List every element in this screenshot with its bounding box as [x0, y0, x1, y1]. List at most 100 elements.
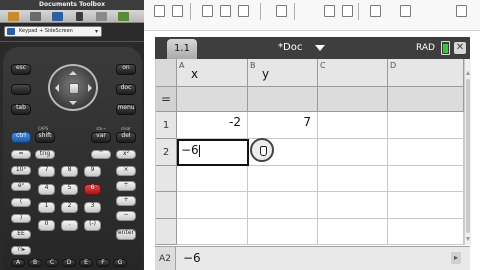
undo-icon[interactable] [276, 5, 287, 17]
key-enter[interactable]: enter [116, 229, 136, 240]
key-var[interactable]: var [91, 132, 111, 143]
key-a[interactable]: A [11, 259, 25, 267]
key-power[interactable]: ^ [91, 150, 111, 159]
column-header-a[interactable]: A x [177, 59, 248, 87]
key-trig[interactable]: trig [35, 150, 55, 159]
key-negative[interactable]: (-) [84, 220, 101, 231]
cell-d3[interactable] [388, 166, 464, 192]
cell-a1[interactable]: -2 [177, 112, 248, 139]
key-5[interactable]: 5 [61, 184, 78, 195]
key-minus[interactable]: − [116, 211, 136, 221]
key-6[interactable]: 6 [84, 184, 101, 195]
touchpad[interactable] [48, 64, 98, 111]
cell-a2-editing[interactable]: −6 [177, 139, 249, 166]
cell-b5[interactable] [248, 219, 318, 245]
key-exp[interactable]: eˣ [11, 182, 31, 191]
column-header-c[interactable]: C [318, 59, 388, 87]
cell-c3[interactable] [318, 166, 388, 192]
arrow-down-icon[interactable] [69, 101, 77, 109]
key-3[interactable]: 3 [84, 202, 101, 213]
key-square[interactable]: x² [116, 150, 136, 159]
key-paren-open[interactable]: ( [11, 198, 31, 207]
cell-b1[interactable]: 7 [248, 112, 318, 139]
arrow-right-icon[interactable] [88, 84, 96, 92]
key-e[interactable]: E [79, 259, 93, 267]
insert-page-icon[interactable] [202, 5, 213, 17]
scroll-down-icon[interactable] [466, 237, 470, 241]
arrow-up-icon[interactable] [69, 67, 77, 75]
key-ctrl[interactable]: ctrl [11, 132, 31, 143]
row-header[interactable] [156, 166, 177, 192]
chevron-down-icon[interactable] [315, 45, 325, 51]
key-f[interactable]: F [96, 259, 110, 267]
close-icon[interactable]: ✕ [454, 42, 466, 54]
key-decimal[interactable]: . [61, 220, 78, 231]
handheld-icon[interactable] [76, 12, 83, 21]
key-del[interactable]: del [116, 132, 136, 143]
key-7[interactable]: 7 [38, 166, 55, 177]
wrench-icon[interactable] [8, 12, 19, 21]
cell-c4[interactable] [318, 192, 388, 219]
key-2[interactable]: 2 [61, 202, 78, 213]
utilities-icon[interactable] [96, 12, 107, 21]
row-header[interactable]: 1 [156, 112, 177, 139]
open-document-icon[interactable] [172, 5, 183, 17]
row-header[interactable] [156, 219, 177, 245]
scroll-up-icon[interactable] [466, 71, 470, 75]
key-on[interactable]: on [116, 64, 136, 75]
key-esc[interactable]: esc [11, 64, 31, 75]
settings-icon[interactable] [400, 5, 411, 17]
cell-a3[interactable] [177, 166, 248, 192]
key-tab[interactable]: tab [11, 104, 31, 115]
key-paren-close[interactable]: ) [11, 214, 31, 223]
cell-a5[interactable] [177, 219, 248, 245]
formula-cell-d[interactable] [388, 87, 464, 112]
tab-page-1-1[interactable]: 1.1 [167, 39, 197, 59]
key-8[interactable]: 8 [61, 166, 78, 177]
key-4[interactable]: 4 [38, 184, 55, 195]
key-equals[interactable]: = [11, 150, 31, 159]
formula-cell-c[interactable] [318, 87, 388, 112]
key-divide[interactable]: ÷ [116, 181, 136, 191]
formula-cell-a[interactable] [177, 87, 248, 112]
row-header[interactable]: 2 [156, 139, 177, 166]
keypad-selector[interactable]: Keypad + SideScreen ▾ [4, 26, 102, 37]
cell-b3[interactable] [248, 166, 318, 192]
cell-a4[interactable] [177, 192, 248, 219]
cell-c1[interactable] [318, 112, 388, 139]
page-sorter-icon[interactable] [52, 12, 63, 21]
column-name[interactable]: y [262, 67, 269, 81]
expand-entry-icon[interactable]: ▸ [451, 252, 461, 264]
cell-c5[interactable] [318, 219, 388, 245]
cut-icon[interactable] [324, 5, 335, 17]
save-icon[interactable] [220, 5, 231, 17]
key-plus[interactable]: + [116, 196, 136, 206]
spreadsheet-corner[interactable] [156, 59, 177, 87]
cell-b4[interactable] [248, 192, 318, 219]
content-icon[interactable] [118, 12, 129, 21]
cell-d1[interactable] [388, 112, 464, 139]
copy-icon[interactable] [342, 5, 353, 17]
key-9[interactable]: 9 [84, 166, 101, 177]
document-name[interactable]: *Doc [278, 37, 302, 59]
cell-d4[interactable] [388, 192, 464, 219]
key-doc[interactable]: doc [116, 84, 136, 95]
new-document-icon[interactable] [154, 5, 165, 17]
key-menu[interactable]: menu [116, 104, 136, 115]
key-b[interactable]: B [28, 259, 42, 267]
key-multiply[interactable]: × [116, 166, 136, 176]
column-header-d[interactable]: D [388, 59, 464, 87]
keypad-icon[interactable] [30, 12, 41, 21]
touchpad-click-button[interactable] [69, 83, 79, 94]
key-d[interactable]: D [62, 259, 76, 267]
entry-line-input[interactable]: −6 [183, 251, 201, 265]
key-g[interactable]: G [113, 259, 127, 267]
paste-icon[interactable] [370, 5, 381, 17]
key-shift[interactable]: shift [35, 132, 55, 143]
row-header[interactable] [156, 192, 177, 219]
scroll-thumb[interactable] [466, 79, 470, 233]
key-hint[interactable]: ?!▸ [11, 246, 31, 255]
arrow-left-icon[interactable] [51, 84, 59, 92]
vertical-scrollbar[interactable] [464, 59, 471, 245]
cell-d5[interactable] [388, 219, 464, 245]
